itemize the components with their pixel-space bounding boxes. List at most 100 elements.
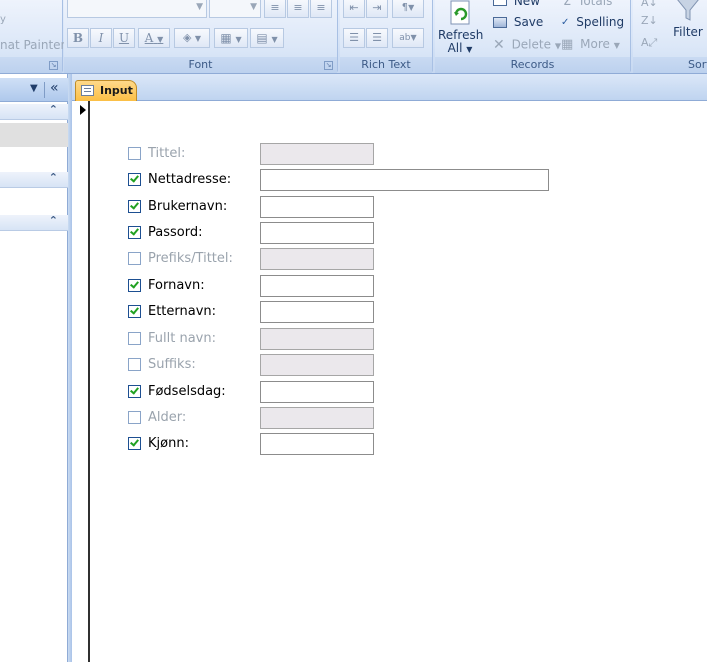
numbering-button[interactable]: ☰ [343, 28, 365, 48]
grid-icon: ▦ [220, 31, 232, 45]
checkbox-prefiks-tittel[interactable] [128, 252, 141, 265]
checkbox-nettadresse[interactable] [128, 173, 141, 186]
more-button[interactable]: ▦ More ▼ [561, 37, 620, 52]
checkbox-suffiks[interactable] [128, 358, 141, 371]
font-color-button[interactable]: A ▼ [138, 28, 170, 48]
font-dialog-launcher-icon[interactable]: ↘ [324, 61, 333, 70]
textbox-alder[interactable] [260, 407, 374, 429]
nav-item-selected[interactable] [0, 123, 68, 147]
paragraph-direction-button[interactable]: ¶▼ [392, 0, 424, 18]
label-fornavn: Fornavn: [148, 278, 205, 293]
nav-group-header-2[interactable]: ⌃ [0, 171, 68, 188]
totals-button[interactable]: Σ Totals [563, 0, 612, 9]
font-group-label: Font [64, 57, 337, 73]
underline-label: U [118, 31, 130, 45]
font-name-combo[interactable]: ▼ [67, 0, 207, 18]
filter-label: Filter [673, 25, 703, 39]
spelling-check-icon: ✓ [561, 17, 570, 28]
clipboard-group: nat Painter y ↘ [0, 0, 66, 73]
clipboard-dialog-launcher-icon[interactable]: ↘ [49, 61, 58, 70]
sort-filter-group-label: Sort [633, 57, 707, 73]
checkbox-fornavn[interactable] [128, 279, 141, 292]
increase-indent-button[interactable]: ⇥ [366, 0, 388, 18]
header-divider [44, 82, 45, 98]
align-center-button[interactable]: ≡ [287, 0, 309, 18]
checkmark-icon [130, 437, 139, 447]
gridlines-button[interactable]: ▦ ▼ [214, 28, 248, 48]
refresh-all-button[interactable]: Refresh All ▼ [438, 0, 483, 55]
sort-descending-button[interactable]: Z↓ [641, 14, 658, 27]
align-right-button[interactable]: ≡ [310, 0, 332, 18]
textbox-fullt-navn[interactable] [260, 328, 374, 350]
rich-text-group: ⇤ ⇥ ¶▼ ☰ ☰ ab▼ Rich Text [340, 0, 433, 73]
bold-button[interactable]: B [67, 28, 89, 48]
chevron-up-icon[interactable]: ⌃ [49, 214, 58, 227]
textbox-fodselsdag[interactable] [260, 381, 374, 403]
numbered-list-icon: ☰ [349, 31, 359, 44]
new-record-button[interactable]: New [493, 0, 540, 8]
chevron-up-icon[interactable]: ⌃ [49, 171, 58, 184]
save-label: Save [513, 15, 544, 29]
checkbox-brukernavn[interactable] [128, 200, 141, 213]
textbox-kjonn[interactable] [260, 433, 374, 455]
format-painter-label: nat Painter [0, 38, 66, 52]
record-selector[interactable] [72, 101, 90, 662]
alternate-fill-button[interactable]: ▤ ▼ [250, 28, 284, 48]
underline-button[interactable]: U [113, 28, 135, 48]
chevron-down-icon: ▼ [157, 35, 164, 44]
tab-input[interactable]: Input [75, 80, 137, 101]
clear-sort-button[interactable]: A⤢ [641, 36, 657, 50]
chevron-up-icon[interactable]: ⌃ [49, 103, 58, 116]
label-tittel: Tittel: [148, 146, 186, 161]
navigation-pane: ▼ « ⌃ ⌃ ⌃ [0, 74, 68, 662]
label-prefiks-tittel: Prefiks/Tittel: [148, 251, 233, 266]
checkmark-icon [130, 305, 139, 315]
checkbox-tittel[interactable] [128, 147, 141, 160]
fill-color-button[interactable]: ◈ ▼ [174, 28, 210, 48]
sigma-icon: Σ [563, 0, 572, 9]
chevron-down-icon[interactable]: ▼ [30, 83, 38, 94]
new-record-label: New [513, 0, 541, 8]
sort-filter-label: Sort [688, 58, 707, 71]
bullets-button[interactable]: ☰ [366, 28, 388, 48]
textbox-nettadresse[interactable] [260, 169, 549, 191]
textbox-passord[interactable] [260, 222, 374, 244]
label-passord: Passord: [148, 225, 203, 240]
chevron-down-icon: ▼ [194, 34, 202, 43]
collapse-pane-icon[interactable]: « [50, 80, 59, 96]
textbox-brukernavn[interactable] [260, 196, 374, 218]
align-left-button[interactable]: ≡ [264, 0, 286, 18]
checkmark-icon [130, 200, 139, 210]
navigation-pane-header[interactable]: ▼ « [0, 78, 68, 102]
chevron-down-icon: ▼ [250, 2, 257, 12]
checkbox-passord[interactable] [128, 226, 141, 239]
checkbox-etternavn[interactable] [128, 305, 141, 318]
decrease-indent-button[interactable]: ⇤ [343, 0, 365, 18]
textbox-prefiks-tittel[interactable] [260, 248, 374, 270]
nav-group-header-1[interactable]: ⌃ [0, 103, 68, 120]
document-tab-bar: Input [72, 74, 707, 101]
paint-bucket-icon: ◈ [182, 31, 192, 44]
checkbox-alder[interactable] [128, 411, 141, 424]
checkbox-fullt-navn[interactable] [128, 332, 141, 345]
spelling-button[interactable]: ✓ Spelling [561, 15, 624, 29]
nav-group-header-3[interactable]: ⌃ [0, 214, 68, 231]
textbox-suffiks[interactable] [260, 354, 374, 376]
filter-button[interactable]: Filter [671, 0, 705, 46]
chevron-down-icon: ▼ [408, 3, 415, 12]
font-size-combo[interactable]: ▼ [209, 0, 261, 18]
delete-button[interactable]: ✕ Delete ▼ [493, 37, 561, 53]
textbox-fornavn[interactable] [260, 275, 374, 297]
sort-ascending-button[interactable]: A↓ [641, 0, 658, 9]
form-icon [81, 85, 94, 96]
spelling-label: Spelling [576, 15, 625, 29]
save-button[interactable]: Save [493, 15, 543, 29]
format-painter-button[interactable]: nat Painter [0, 38, 66, 52]
textbox-tittel[interactable] [260, 143, 374, 165]
textbox-etternavn[interactable] [260, 301, 374, 323]
checkbox-fodselsdag[interactable] [128, 385, 141, 398]
italic-button[interactable]: I [90, 28, 112, 48]
checkbox-kjonn[interactable] [128, 437, 141, 450]
clipboard-arrow-icon: y [0, 14, 6, 25]
highlight-button[interactable]: ab▼ [392, 28, 424, 48]
